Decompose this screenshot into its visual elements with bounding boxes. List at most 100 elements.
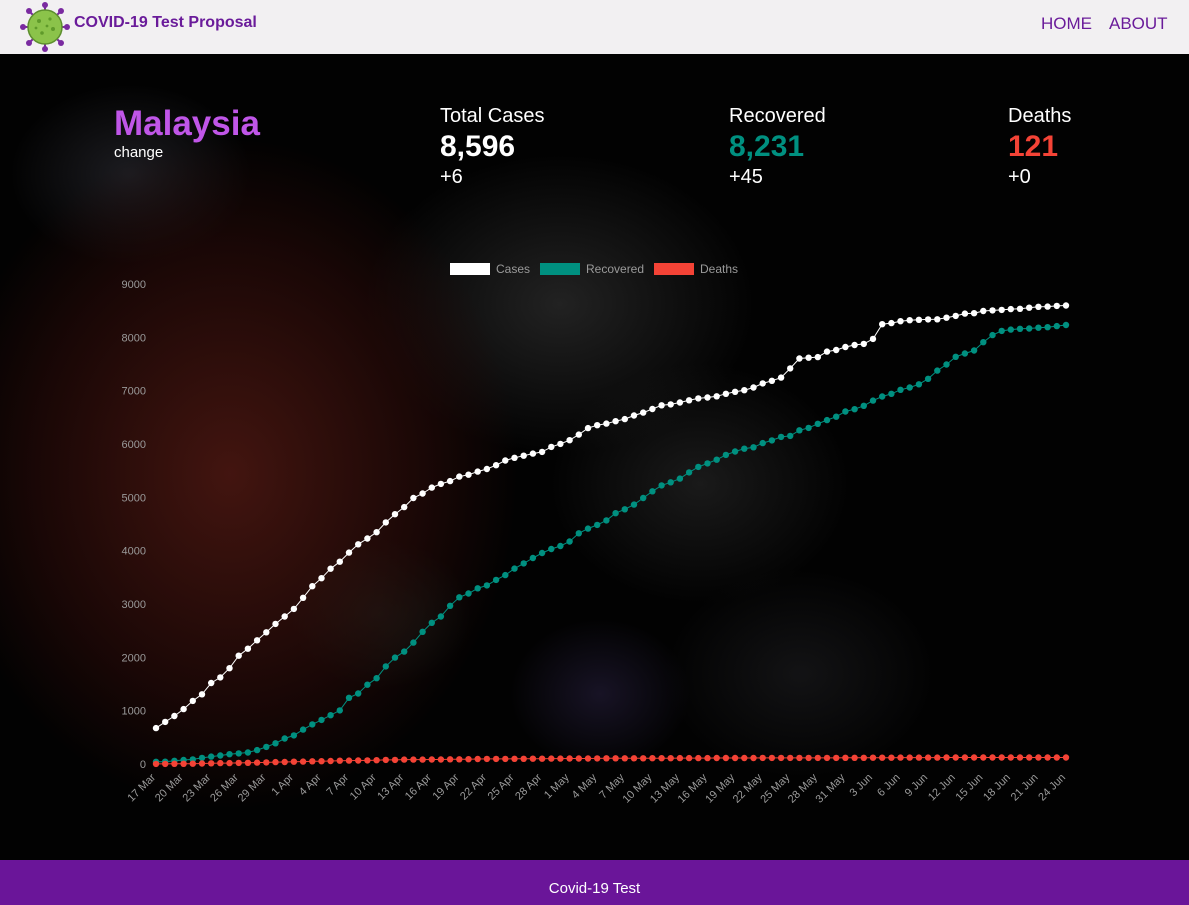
data-point [483, 755, 491, 763]
data-point [520, 452, 527, 459]
data-point [869, 335, 877, 343]
data-point [934, 754, 941, 761]
data-point [235, 652, 242, 659]
x-tick-label: 1 May [542, 771, 572, 801]
data-point [382, 663, 389, 670]
data-point [787, 432, 794, 440]
data-point [768, 377, 776, 384]
data-point [290, 758, 298, 765]
data-point [998, 754, 1005, 761]
data-point [584, 525, 592, 532]
data-point [603, 517, 610, 524]
data-point [511, 755, 518, 762]
data-point [345, 694, 353, 701]
data-point [860, 402, 867, 409]
data-point [456, 473, 463, 480]
x-tick-label: 10 May [620, 771, 654, 805]
data-point [741, 387, 748, 394]
data-point [1016, 325, 1024, 332]
y-tick-label: 0 [140, 759, 146, 771]
data-point [492, 462, 500, 469]
data-point [713, 456, 720, 463]
data-point [465, 756, 472, 763]
data-point [603, 755, 610, 762]
data-point [446, 602, 454, 609]
data-point [355, 541, 362, 548]
y-tick-label: 7000 [122, 386, 146, 398]
data-point [676, 399, 684, 406]
nav-about-link[interactable]: ABOUT [1109, 14, 1168, 34]
data-point [1035, 754, 1042, 761]
data-point [879, 754, 886, 761]
data-point [520, 560, 527, 567]
data-point [777, 754, 785, 762]
data-point [410, 639, 417, 646]
data-point [998, 306, 1005, 314]
data-point [208, 753, 215, 760]
data-point [612, 510, 619, 517]
y-tick-label: 5000 [122, 492, 146, 504]
data-point [290, 605, 298, 613]
data-point [869, 397, 877, 404]
data-point [538, 448, 546, 456]
data-point [704, 754, 711, 762]
data-point [529, 755, 537, 762]
data-point [502, 755, 509, 763]
data-point [189, 760, 196, 767]
data-point [621, 415, 628, 423]
data-point [382, 519, 389, 526]
y-tick-label: 6000 [122, 439, 146, 451]
data-point [731, 388, 739, 395]
data-point [713, 393, 720, 400]
data-point [805, 424, 812, 432]
data-point [318, 716, 325, 724]
x-tick-label: 16 Apr [403, 771, 434, 802]
data-point [823, 754, 831, 762]
data-point [492, 755, 500, 763]
data-point [1026, 754, 1033, 761]
data-point [1016, 305, 1024, 312]
data-point [879, 393, 886, 400]
data-point [557, 542, 564, 550]
data-point [428, 756, 435, 763]
x-tick-label: 22 May [731, 771, 765, 805]
data-point [768, 437, 776, 444]
data-point [189, 697, 196, 705]
x-tick-label: 17 Mar [125, 771, 158, 804]
x-tick-label: 23 Mar [181, 771, 214, 804]
data-point [244, 749, 252, 756]
data-point [961, 310, 969, 317]
brand-title[interactable]: COVID-19 Test Proposal [74, 14, 257, 32]
footer-text: Covid-19 Test [548, 880, 641, 897]
data-point [658, 402, 665, 409]
x-tick-label: 10 Apr [348, 771, 379, 802]
data-point [465, 471, 472, 478]
data-point [888, 319, 895, 327]
virus-logo-icon[interactable] [20, 2, 70, 52]
data-point [1062, 321, 1070, 329]
data-point [649, 755, 656, 762]
data-point [814, 754, 821, 762]
nav-home-link[interactable]: HOME [1041, 14, 1092, 34]
data-point [667, 755, 674, 762]
data-point [566, 538, 573, 545]
data-point [970, 347, 978, 354]
data-point [897, 754, 904, 761]
data-point [943, 314, 950, 321]
data-point [364, 757, 371, 764]
data-point [888, 390, 895, 397]
data-point [584, 755, 592, 762]
data-point [906, 754, 913, 761]
data-point [299, 758, 307, 765]
data-point [943, 754, 950, 761]
data-point [529, 554, 537, 562]
data-point [934, 367, 941, 374]
data-point [419, 756, 426, 763]
data-point [1053, 754, 1061, 761]
data-point [226, 759, 233, 767]
data-point [640, 755, 647, 762]
data-point [1044, 754, 1051, 761]
data-point [208, 760, 215, 767]
data-point [401, 648, 408, 655]
data-point [860, 340, 867, 348]
